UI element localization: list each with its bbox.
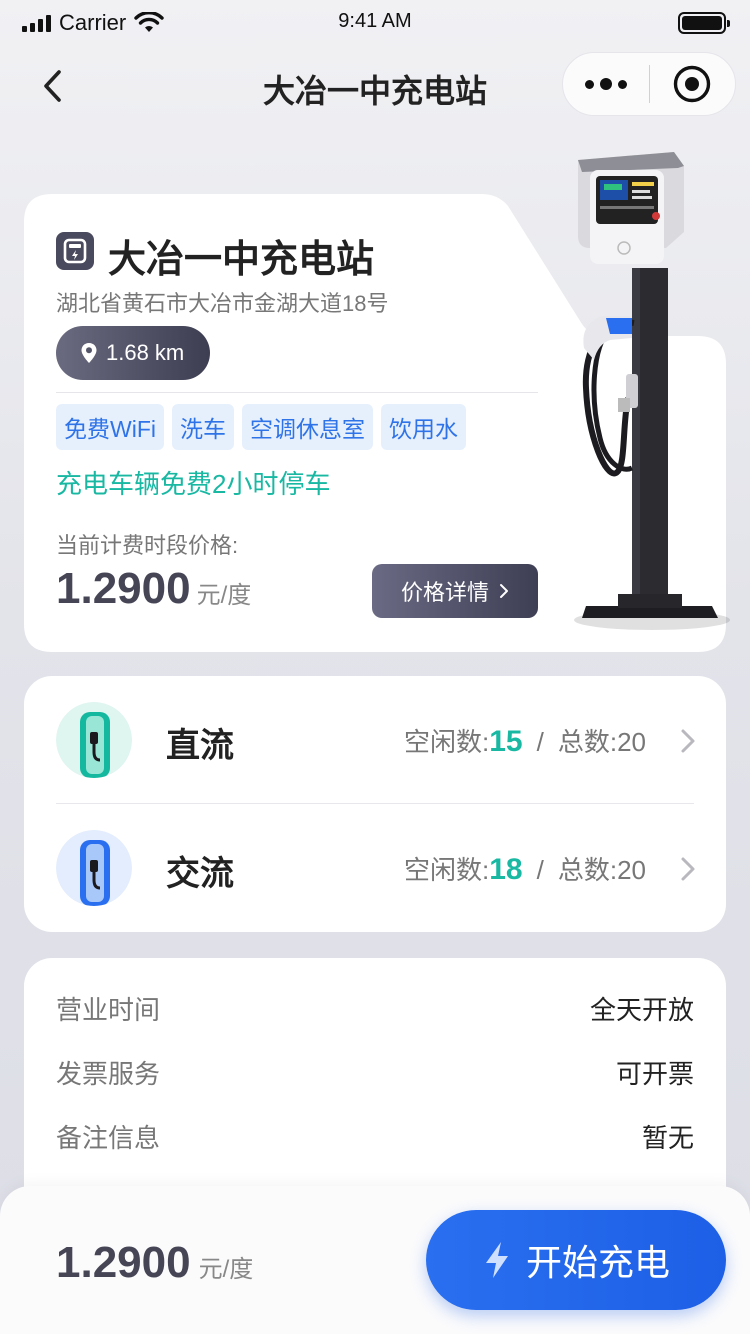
free-count: 18 — [489, 853, 523, 886]
station-address: 湖北省黄石市大冶市金湖大道18号 — [56, 291, 389, 316]
availability-stats: 空闲数: 15 / 总数:20 — [404, 722, 646, 759]
info-row-invoice: 发票服务 可开票 — [56, 1052, 694, 1092]
divider — [56, 392, 538, 393]
lightning-icon — [485, 1242, 508, 1278]
ac-charger-row[interactable]: 交流 空闲数: 18 / 总数:20 — [24, 804, 726, 932]
station-info-card: 营业时间 全天开放 发票服务 可开票 备注信息 暂无 — [24, 958, 726, 1218]
target-icon — [674, 65, 711, 103]
info-key: 营业时间 — [56, 994, 161, 1025]
close-button[interactable] — [650, 64, 736, 104]
battery-icon — [678, 12, 730, 34]
amenity-tag: 空调休息室 — [241, 404, 373, 450]
price-unit: 元/度 — [196, 582, 252, 609]
distance-badge[interactable]: 1.68 km — [56, 326, 211, 380]
distance-value: 1.68 km — [106, 340, 185, 365]
chevron-right-icon — [681, 729, 695, 753]
availability-stats: 空闲数: 18 / 总数:20 — [404, 850, 646, 887]
price-value: 1.2900 — [56, 564, 191, 613]
start-charging-label: 开始充电 — [525, 1242, 670, 1283]
info-value: 暂无 — [641, 1122, 694, 1153]
total-count: 总数:20 — [557, 855, 646, 885]
info-key: 发票服务 — [56, 1058, 161, 1089]
price-unit: 元/度 — [198, 1256, 254, 1283]
free-label: 空闲数: — [404, 855, 490, 885]
chevron-right-icon — [681, 857, 695, 881]
status-bar: Carrier 9:41 AM — [0, 0, 750, 44]
info-value: 全天开放 — [589, 994, 694, 1025]
station-name: 大冶一中充电站 — [108, 239, 375, 281]
price-detail-label: 价格详情 — [400, 580, 489, 605]
charging-types-card: 直流 空闲数: 15 / 总数:20 交流 空闲数: 18 / 总数:20 — [24, 676, 726, 932]
info-row-hours: 营业时间 全天开放 — [56, 988, 694, 1028]
current-price: 1.2900 元/度 — [56, 564, 251, 614]
more-icon — [584, 79, 594, 89]
amenity-tag: 免费WiFi — [56, 404, 164, 450]
dc-charger-icon — [56, 702, 132, 778]
price-value: 1.2900 — [56, 1238, 191, 1287]
free-count: 15 — [489, 725, 523, 758]
more-button[interactable] — [563, 78, 649, 90]
price-label: 当前计费时段价格: — [56, 533, 239, 558]
mini-program-capsule — [562, 52, 736, 116]
info-row-remarks: 备注信息 暂无 — [56, 1116, 694, 1156]
ac-charger-icon — [56, 830, 132, 906]
nav-bar: 大冶一中充电站 — [0, 50, 750, 120]
charging-station-icon — [56, 232, 94, 270]
type-name: 交流 — [166, 855, 234, 893]
price-detail-button[interactable]: 价格详情 — [372, 564, 538, 618]
bottom-price: 1.2900 元/度 — [56, 1238, 253, 1288]
amenity-tags: 免费WiFi 洗车 空调休息室 饮用水 — [56, 404, 466, 450]
start-charging-button[interactable]: 开始充电 — [426, 1210, 726, 1310]
total-count: 总数:20 — [557, 727, 646, 757]
amenity-tag: 饮用水 — [380, 404, 466, 450]
amenity-tag: 洗车 — [171, 404, 234, 450]
bottom-action-bar: 1.2900 元/度 开始充电 — [0, 1186, 750, 1334]
type-name: 直流 — [166, 727, 234, 765]
parking-note: 充电车辆免费2小时停车 — [56, 469, 331, 499]
free-label: 空闲数: — [404, 727, 490, 757]
location-pin-icon — [81, 343, 97, 363]
charger-image — [574, 152, 730, 630]
chevron-right-icon — [500, 584, 508, 598]
status-time: 9:41 AM — [338, 10, 412, 32]
info-key: 备注信息 — [56, 1122, 161, 1153]
dc-charger-row[interactable]: 直流 空闲数: 15 / 总数:20 — [24, 676, 726, 804]
info-value: 可开票 — [615, 1058, 694, 1089]
